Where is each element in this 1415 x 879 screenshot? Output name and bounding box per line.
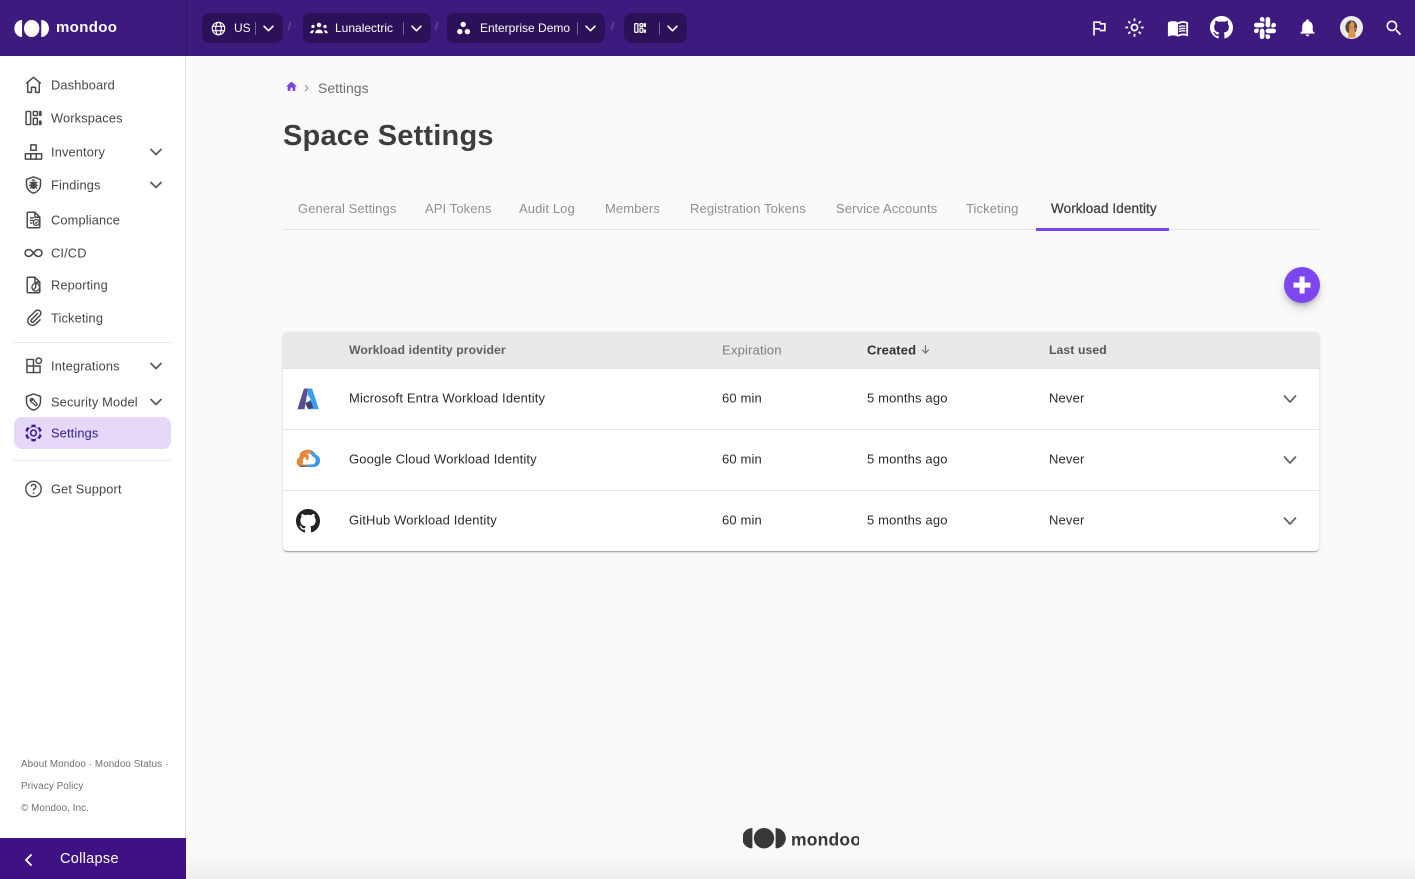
- svg-text:mondoo: mondoo: [791, 830, 859, 850]
